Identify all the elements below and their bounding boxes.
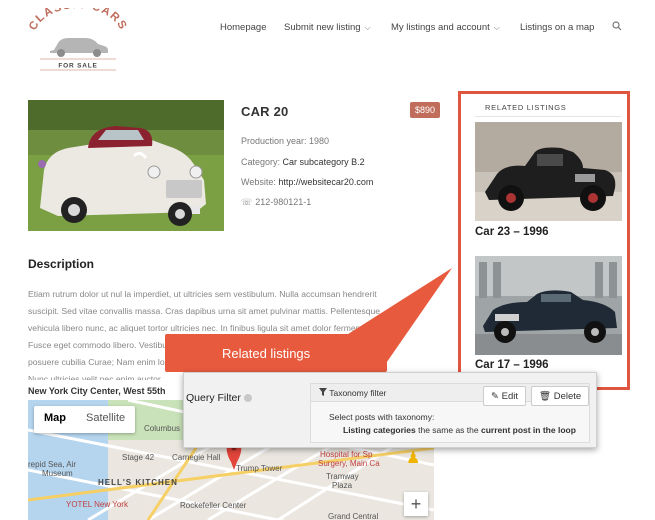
map-tab[interactable]: Map <box>34 406 76 433</box>
nav-listings-map[interactable]: Listings on a map <box>520 22 594 33</box>
map-label: Tramway <box>326 472 359 481</box>
filter-description-line2: Listing categories the same as the curre… <box>343 425 576 435</box>
map-label: Museum <box>42 469 73 478</box>
main-navigation: Homepage Submit new listing ⌵ My listings… <box>220 21 635 38</box>
logo-graphic: CLASSIC CARS FOR SALE <box>27 0 128 71</box>
trash-icon: 🗑 <box>539 391 552 402</box>
taxonomy-filter-title-text: Taxonomy filter <box>329 388 387 398</box>
map-label: Surgery, Main Ca <box>318 459 380 468</box>
listing-address: New York City Center, West 55th <box>28 386 166 396</box>
category-link[interactable]: Car subcategory B.2 <box>283 157 365 167</box>
filter-target: current post in the loop <box>480 425 576 435</box>
street-view-icon[interactable]: ♟ <box>406 448 420 468</box>
delete-button[interactable]: 🗑 Delete <box>531 386 590 406</box>
nav-my-listings[interactable]: My listings and account ⌵ <box>391 22 500 33</box>
edit-icon: ✎ <box>491 391 499 402</box>
sidebar-divider <box>475 116 621 117</box>
chevron-down-icon: ⌵ <box>493 23 500 32</box>
car-17-image <box>475 256 622 355</box>
chevron-down-icon: ⌵ <box>364 23 371 32</box>
nav-my-listings-label[interactable]: My listings and account <box>391 22 490 33</box>
website-link[interactable]: http://websitecar20.com <box>278 177 373 187</box>
related-listings-sidebar: RELATED LISTINGS Car 23 – 1996 Car 17 – … <box>458 91 630 390</box>
map-label: repid Sea, Air <box>28 460 77 469</box>
category-label: Category: <box>241 157 281 167</box>
edit-button-label: Edit <box>501 391 518 402</box>
taxonomy-filter-box: Taxonomy filter ✎ Edit 🗑 Delete Select p… <box>310 383 590 443</box>
filter-description-line1: Select posts with taxonomy: <box>329 412 435 422</box>
query-filter-label: Query Filter <box>186 392 252 404</box>
nav-listings-map-label[interactable]: Listings on a map <box>520 22 594 33</box>
related-listing-title[interactable]: Car 17 – 1996 <box>475 359 549 371</box>
map-label: Rockefeller Center <box>180 501 247 510</box>
nav-homepage[interactable]: Homepage <box>220 22 266 33</box>
query-filter-label-text: Query Filter <box>186 392 241 404</box>
map-label: Hospital for Sp <box>320 450 373 459</box>
taxonomy-filter-title: Taxonomy filter <box>319 388 386 398</box>
car-photo-image <box>28 100 224 231</box>
map-label: Trump Tower <box>236 464 283 473</box>
map-label: Grand Central <box>328 512 379 520</box>
phone-number[interactable]: 212-980121-1 <box>255 197 311 207</box>
map-label: Stage 42 <box>122 453 155 462</box>
delete-button-label: Delete <box>553 391 582 402</box>
map-label: HELL'S KITCHEN <box>98 478 178 487</box>
logo-subtitle: FOR SALE <box>58 63 97 70</box>
related-listing-title[interactable]: Car 23 – 1996 <box>475 226 549 238</box>
satellite-tab[interactable]: Satellite <box>76 406 135 433</box>
nav-submit-listing-label[interactable]: Submit new listing <box>284 22 361 33</box>
logo-title: CLASSIC CARS <box>27 0 128 32</box>
nav-homepage-label[interactable]: Homepage <box>220 22 266 33</box>
description-line: suscipit. Sed vitae convallis massa. Cra… <box>28 306 381 316</box>
site-logo[interactable]: CLASSIC CARS FOR SALE <box>27 0 128 72</box>
production-year: Production year: 1980 <box>241 136 330 146</box>
related-listing-photo[interactable] <box>475 122 622 221</box>
map-label: Plaza <box>332 481 353 490</box>
phone-row: ☏ 212-980121-1 <box>241 197 311 208</box>
search-icon[interactable] <box>612 21 622 34</box>
filter-condition: the same as the <box>418 425 479 435</box>
car-23-image <box>475 122 622 221</box>
callout-label: Related listings <box>222 346 311 361</box>
map-type-toggle: Map Satellite <box>34 406 136 433</box>
sidebar-title: RELATED LISTINGS <box>485 103 567 112</box>
phone-icon: ☏ <box>241 197 253 207</box>
zoom-in-button[interactable]: + <box>404 492 428 516</box>
svg-text:CLASSIC CARS: CLASSIC CARS <box>28 8 128 32</box>
nav-submit-listing[interactable]: Submit new listing ⌵ <box>284 22 371 33</box>
map-label: YOTEL New York <box>66 500 128 509</box>
description-heading: Description <box>28 257 95 271</box>
filter-taxonomy-name: Listing categories <box>343 425 416 435</box>
description-line: Etiam rutrum dolor ut nul la imperdiet, … <box>28 289 377 299</box>
website-label: Website: <box>241 177 276 187</box>
price-badge: $890 <box>410 102 441 118</box>
edit-button[interactable]: ✎ Edit <box>483 386 526 406</box>
map-label: Columbus <box>144 424 181 433</box>
query-filter-panel: Query Filter Taxonomy filter ✎ Edit 🗑 De… <box>183 372 597 448</box>
category-row: Category: Car subcategory B.2 <box>241 157 365 167</box>
related-listing-photo[interactable] <box>475 256 622 355</box>
filter-icon <box>319 388 327 396</box>
help-icon[interactable] <box>243 394 252 403</box>
listing-photo[interactable] <box>28 100 224 231</box>
map-label: Carnegie Hall <box>172 453 221 462</box>
taxonomy-filter-header: Taxonomy filter ✎ Edit 🗑 Delete <box>311 384 590 406</box>
website-row: Website: http://websitecar20.com <box>241 177 373 187</box>
listing-title: CAR 20 <box>241 104 289 119</box>
